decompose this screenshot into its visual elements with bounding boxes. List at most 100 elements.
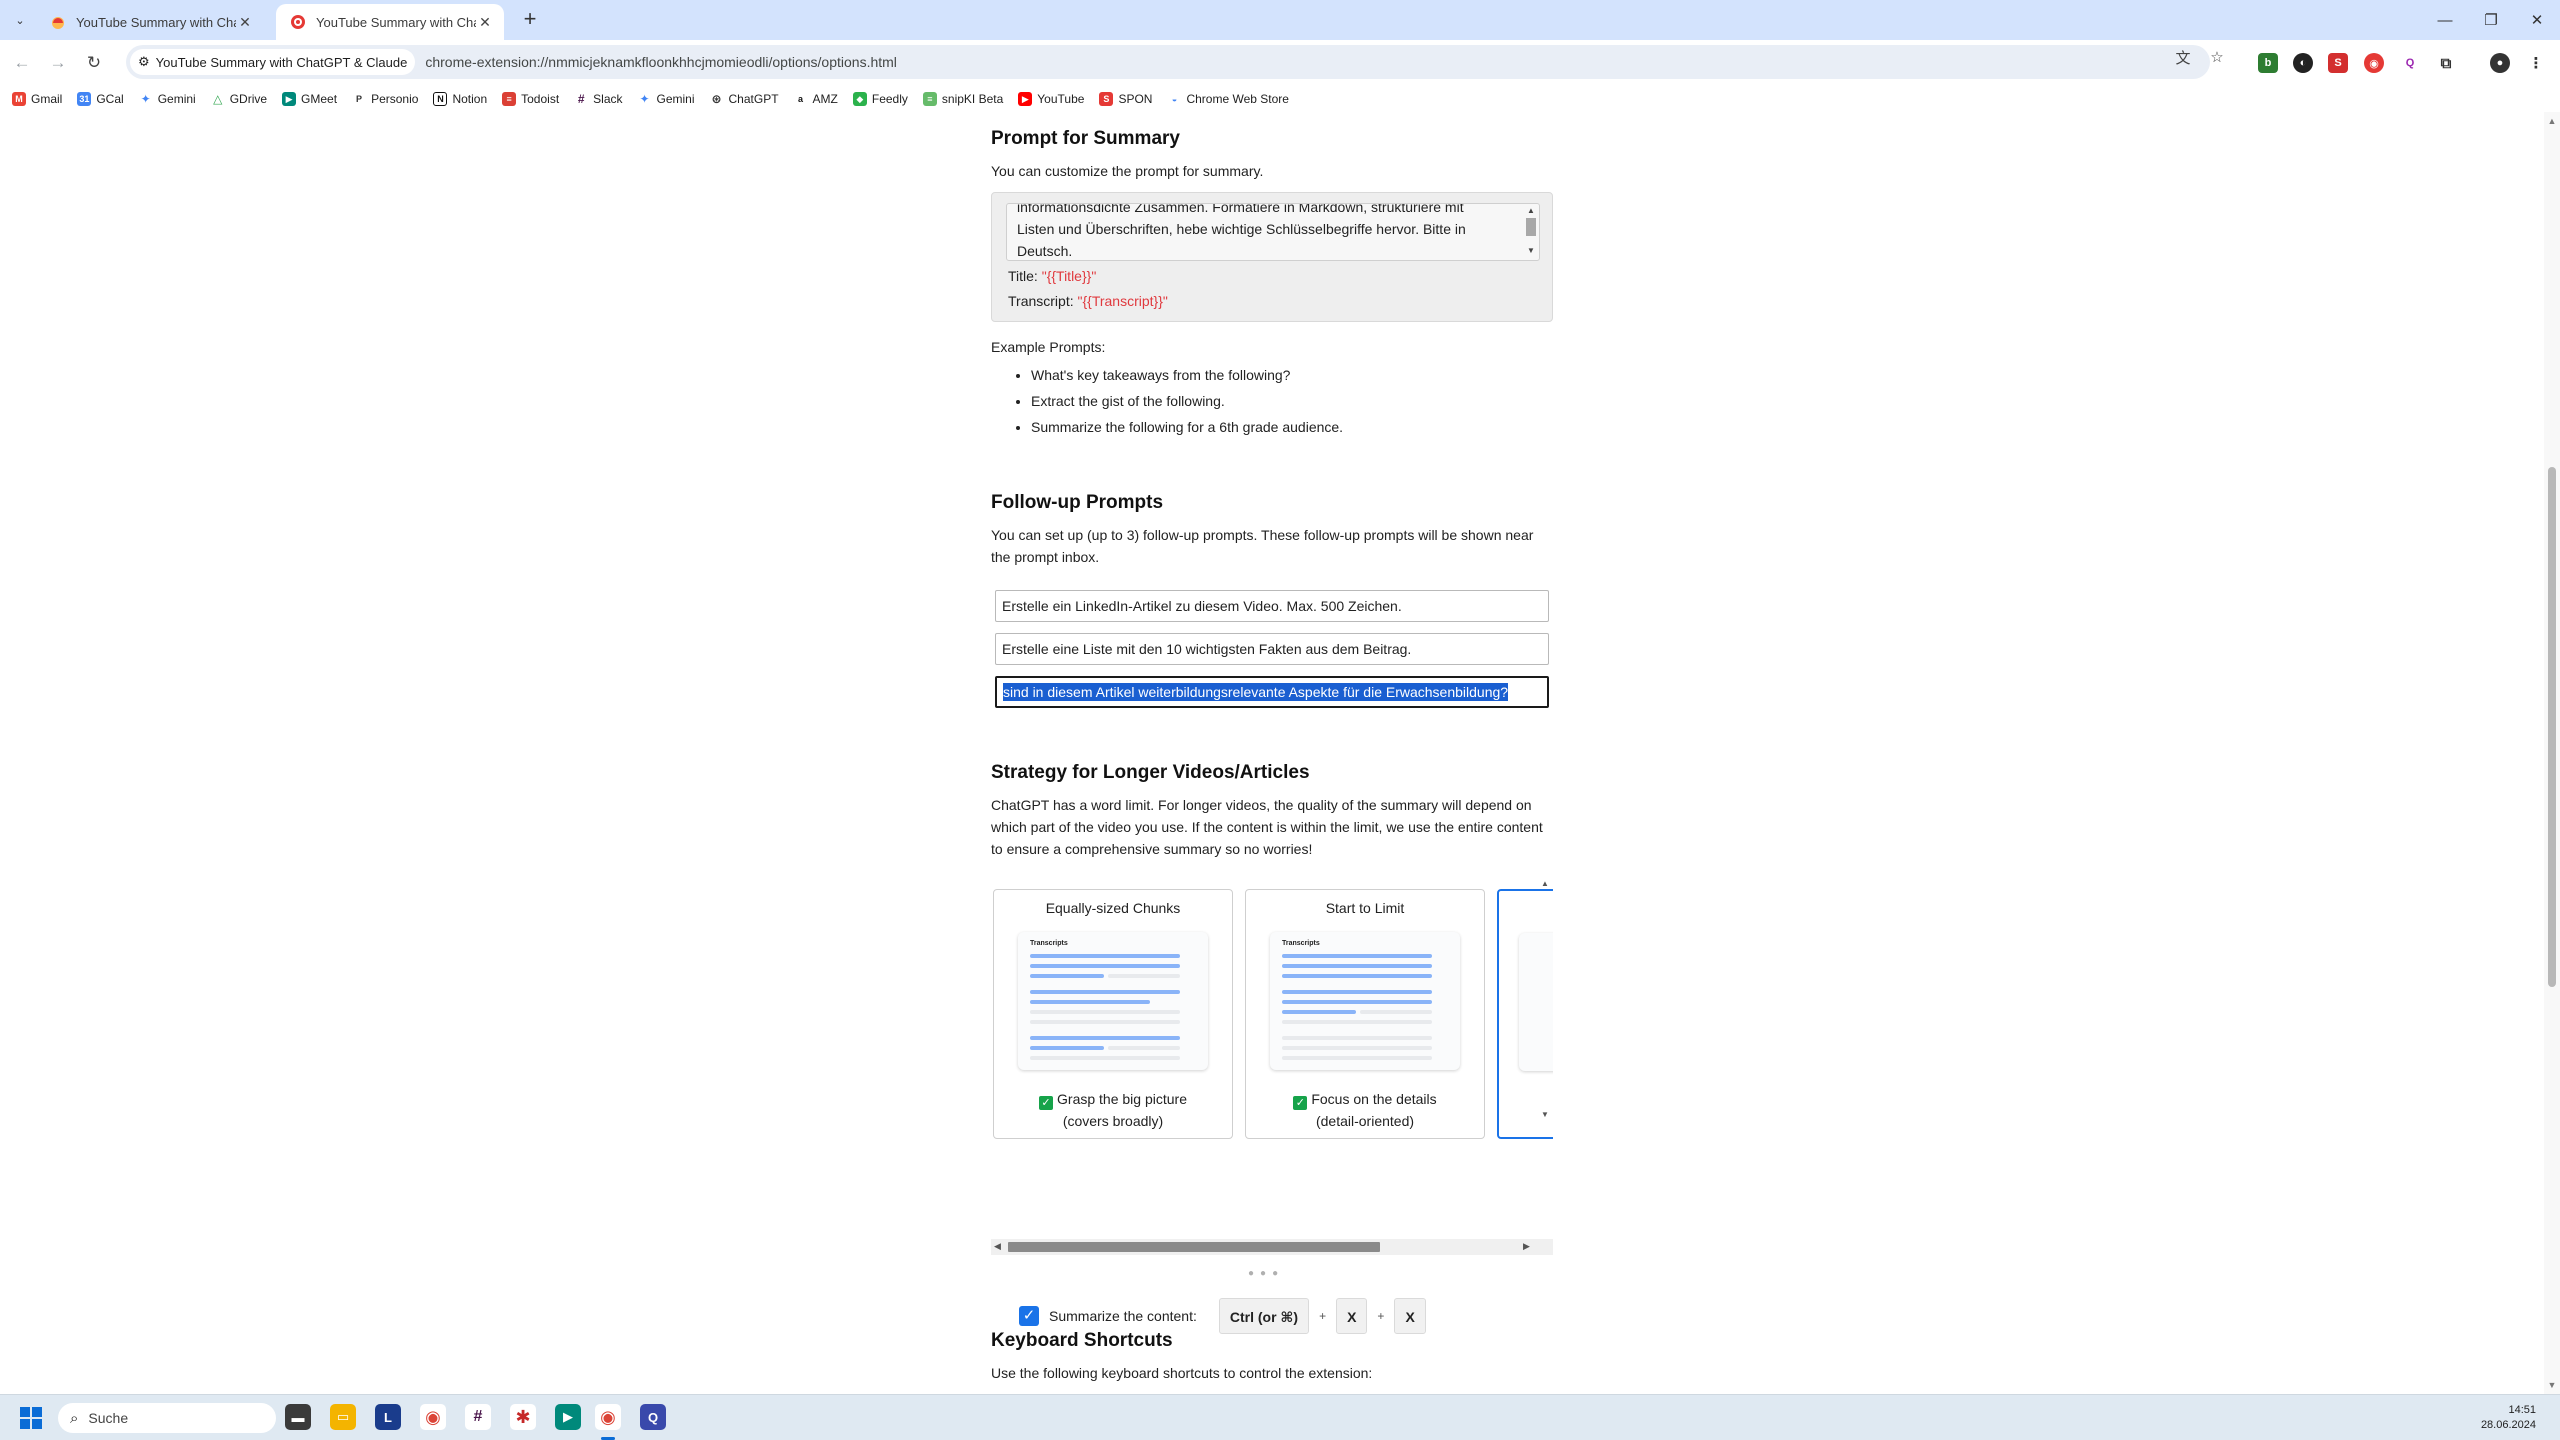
bookmark-slack[interactable]: # Slack	[574, 92, 623, 106]
task-view-icon[interactable]: ▬	[285, 1404, 311, 1430]
chrome-active-icon[interactable]: ◉	[595, 1404, 621, 1430]
page-scrollbar[interactable]: ▲ ▼	[2544, 112, 2560, 1394]
bookmark-notion[interactable]: N Notion	[433, 92, 487, 106]
checkbox-checked[interactable]: ✓	[1293, 1096, 1308, 1110]
key-x[interactable]: X	[1394, 1298, 1426, 1334]
slack-icon[interactable]: #	[465, 1404, 491, 1430]
bookmark-chatgpt[interactable]: ⊛ ChatGPT	[709, 92, 779, 106]
prompt-line: informationsdichte Zusammen. Formatiere …	[1017, 203, 1464, 215]
section-title-prompt: Prompt for Summary	[991, 128, 1180, 149]
bookmark-chrome-web-store[interactable]: ◒ Chrome Web Store	[1167, 92, 1289, 106]
search-placeholder: Suche	[88, 1410, 129, 1426]
card-title: Start to Limit	[1325, 900, 1405, 916]
search-icon: ⌕	[70, 1409, 79, 1427]
profile-avatar[interactable]: ●	[2490, 53, 2510, 73]
bookmark-amz[interactable]: a AMZ	[793, 92, 838, 106]
carousel-scrollbar[interactable]: ◀ ▶	[991, 1239, 1553, 1255]
checkbox-checked[interactable]: ✓	[1039, 1096, 1054, 1110]
strategy-carousel: Equally-sized Chunks Transcripts ✓ Grasp …	[991, 877, 1553, 1139]
textarea-scrollbar[interactable]: ▲ ▼	[1525, 206, 1537, 258]
extension-icon[interactable]: b	[2258, 53, 2278, 73]
sparkle-icon: ✦	[138, 92, 153, 106]
bookmark-gmeet[interactable]: ▶ GMeet	[282, 92, 337, 106]
prompt-textarea[interactable]: informationsdichte Zusammen. Formatiere …	[1006, 203, 1540, 261]
bookmark-gemini-2[interactable]: ✦ Gemini	[637, 92, 695, 106]
bookmark-todoist[interactable]: ≡ Todoist	[502, 92, 559, 106]
options-page: Prompt for Summary You can customize the…	[0, 112, 2560, 1394]
toolbar: ← → ↻ ⚙ YouTube Summary with ChatGPT & C…	[0, 40, 2560, 86]
extension-icon[interactable]: ◐	[2293, 53, 2313, 73]
puzzle-app-icon[interactable]: ✱	[510, 1404, 536, 1430]
extension-icon[interactable]: S	[2328, 53, 2348, 73]
forward-arrow-icon[interactable]: →	[46, 51, 70, 75]
minimize-button[interactable]: —	[2422, 0, 2468, 40]
puzzle-extensions-icon[interactable]: ⧉	[2436, 53, 2456, 73]
address-bar[interactable]: ⚙ YouTube Summary with ChatGPT & Claude …	[126, 45, 2210, 79]
card-title: Equally-sized Chunks	[1045, 900, 1181, 916]
new-tab-button[interactable]: +	[518, 8, 542, 32]
list-item: Summarize the following for a 6th grade …	[1031, 414, 1553, 440]
todoist-icon: ≡	[502, 92, 517, 106]
tab-inactive[interactable]: YouTube Summary with ChatGPT & Claude ✕	[36, 4, 264, 40]
prompt-line: Listen und Überschriften, hebe wichtige …	[1017, 221, 1466, 237]
window-close-button[interactable]: ✕	[2514, 0, 2560, 40]
extension-chip[interactable]: ⚙ YouTube Summary with ChatGPT & Claude	[130, 49, 416, 75]
reload-icon[interactable]: ↻	[82, 51, 106, 75]
bookmark-snipki[interactable]: ≡ snipKI Beta	[922, 92, 1003, 106]
menu-kebab-icon[interactable]: ⋮	[2526, 53, 2546, 73]
restore-button[interactable]: ❐	[2468, 0, 2514, 40]
scroll-down-icon[interactable]: ▼	[1539, 1110, 1551, 1119]
translate-icon[interactable]: 文	[2174, 48, 2192, 67]
extension-icon[interactable]: ◉	[2364, 53, 2384, 73]
tab-search-button[interactable]: ⌄	[8, 8, 32, 32]
bookmark-gemini[interactable]: ✦ Gemini	[138, 92, 196, 106]
close-icon[interactable]: ✕	[476, 13, 494, 31]
meet-icon[interactable]: ▶	[555, 1404, 581, 1430]
bookmark-gdrive[interactable]: △ GDrive	[210, 92, 267, 106]
bookmark-feedly[interactable]: ◆ Feedly	[852, 92, 908, 106]
app-l-icon[interactable]: L	[375, 1404, 401, 1430]
chrome-icon[interactable]: ◉	[420, 1404, 446, 1430]
scroll-up-icon[interactable]: ▲	[2547, 116, 2557, 126]
bookmark-gcal[interactable]: 31 GCal	[77, 92, 124, 106]
gmail-icon: M	[12, 92, 26, 106]
scrollbar-thumb[interactable]	[2548, 467, 2556, 987]
scroll-down-icon[interactable]: ▼	[2547, 1380, 2557, 1390]
followup-input-3[interactable]: sind in diesem Artikel weiterbildungsrel…	[995, 676, 1549, 708]
file-explorer-icon[interactable]: ▭	[330, 1404, 356, 1430]
bookmark-youtube[interactable]: ▶ YouTube	[1018, 92, 1084, 106]
extension-icon[interactable]: Q	[2400, 53, 2420, 73]
section-title-followup: Follow-up Prompts	[991, 492, 1164, 513]
title-variable: "{{Title}}"	[1041, 268, 1097, 284]
shortcut-checkbox[interactable]: ✓	[1019, 1306, 1039, 1326]
windows-start-icon[interactable]	[20, 1407, 42, 1429]
scroll-up-icon[interactable]: ▲	[1525, 206, 1537, 216]
scroll-right-icon[interactable]: ▶	[1523, 1241, 1530, 1252]
bookmark-gmail[interactable]: M Gmail	[12, 92, 62, 106]
scroll-up-icon[interactable]: ▲	[1539, 879, 1551, 888]
card-scrollbar[interactable]: ▲ ▼	[1539, 879, 1551, 1119]
system-clock[interactable]: 14:51 28.06.2024	[2481, 1403, 2536, 1433]
strategy-card-equal-chunks[interactable]: Equally-sized Chunks Transcripts ✓ Grasp …	[993, 889, 1233, 1139]
scrollbar-thumb[interactable]	[1526, 218, 1536, 236]
followup-input-2[interactable]: Erstelle eine Liste mit den 10 wichtigst…	[995, 633, 1549, 665]
plus-sign: +	[1377, 1309, 1385, 1323]
bookmark-spon[interactable]: S SPON	[1099, 92, 1152, 106]
strategy-card-start-to-limit[interactable]: Start to Limit Transcripts ✓ Focus on the…	[1245, 889, 1485, 1139]
scrollbar-thumb[interactable]	[1008, 1242, 1380, 1252]
close-icon[interactable]: ✕	[236, 13, 254, 31]
key-ctrl[interactable]: Ctrl (or ⌘)	[1218, 1298, 1310, 1334]
card-footer: ✓ Grasp the big picture (covers broadly)	[994, 1088, 1232, 1132]
carousel-dots[interactable]: ●●●	[1248, 1268, 1284, 1279]
app-q-icon[interactable]: Q	[640, 1404, 666, 1430]
tab-active[interactable]: YouTube Summary with ChatGPT & Claude ✕	[276, 4, 504, 40]
tab-title: YouTube Summary with ChatGPT & Claude	[76, 14, 236, 30]
bookmark-personio[interactable]: P Personio	[352, 92, 418, 106]
scroll-left-icon[interactable]: ◀	[994, 1241, 1001, 1252]
star-icon[interactable]: ☆	[2208, 48, 2226, 66]
followup-input-1[interactable]: Erstelle ein LinkedIn-Artikel zu diesem …	[995, 590, 1549, 622]
taskbar-search[interactable]: ⌕ Suche	[58, 1403, 276, 1433]
scroll-down-icon[interactable]: ▼	[1525, 246, 1537, 256]
key-x[interactable]: X	[1336, 1298, 1368, 1334]
back-arrow-icon[interactable]: ←	[10, 51, 34, 75]
